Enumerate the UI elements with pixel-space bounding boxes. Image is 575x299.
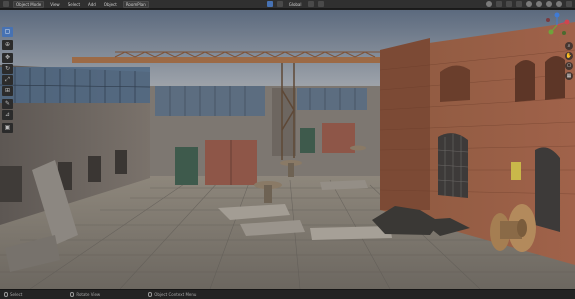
header-center-group: Global [264,0,327,9]
shading-material-icon[interactable] [546,1,552,7]
gizmo-y-icon[interactable] [548,29,554,35]
gizmo-z-icon[interactable] [554,12,560,18]
scale-icon[interactable]: ⤢ [2,75,13,85]
status-middle-label: Rotate View [76,292,101,297]
shading-options-icon[interactable] [566,1,572,7]
status-right-label: Object Context Menu [154,292,197,297]
shading-solid-icon[interactable] [536,1,542,7]
spool-table-3 [350,145,366,151]
mouse-right-icon [148,292,153,297]
menu-view[interactable]: View [48,1,62,8]
left-window-4 [115,150,127,174]
status-left: Select [4,292,22,297]
navigation-gizmo[interactable] [543,12,571,38]
status-left-label: Select [10,292,23,297]
status-middle: Rotate View [70,292,100,297]
3d-viewport[interactable]: ▢ ⊕ ✥ ↻ ⤢ ⊞ ✎ ⊿ ▣ ⌕ ✋ ⎔ ▦ [0,10,575,289]
visibility-icon[interactable] [486,1,492,7]
upper-window-2 [515,59,535,102]
mode-dropdown[interactable]: Object Mode [13,0,45,8]
cursor-icon[interactable]: ⊕ [2,40,13,50]
select-box-icon[interactable]: ▢ [2,27,13,37]
green-door [175,147,198,185]
measure-icon[interactable]: ⊿ [2,110,13,120]
left-window-1 [0,166,22,202]
back-glazing-2 [297,88,367,110]
far-red-door [322,123,355,153]
annotate-icon[interactable]: ✎ [2,99,13,109]
snap-icon[interactable] [307,1,314,7]
shading-dropdown[interactable]: RoomPlan [122,0,149,8]
upper-window-1 [440,65,470,102]
back-glazing-1 [155,86,265,116]
header-left-group: Object Mode View Select Add Object RoomP… [0,0,152,9]
gizmo-icon[interactable] [496,1,502,7]
move-icon[interactable]: ✥ [2,53,13,63]
menu-add[interactable]: Add [86,1,98,8]
xray-icon[interactable] [516,1,522,7]
add-cube-icon[interactable]: ▣ [2,123,13,133]
scene-render [0,10,575,289]
left-window-3 [88,156,101,182]
menu-object[interactable]: Object [102,1,119,8]
upper-window-3 [545,55,565,100]
tool-shelf: ▢ ⊕ ✥ ↻ ⤢ ⊞ ✎ ⊿ ▣ [2,27,13,133]
orientation-dropdown[interactable]: Global [287,1,304,8]
mouse-left-icon [4,292,8,297]
pan-icon[interactable]: ✋ [565,52,573,60]
shading-rendered-icon[interactable] [556,1,562,7]
brick-tower [380,38,430,210]
status-right: Object Context Menu [148,292,196,297]
transform-pivot-icon[interactable] [266,1,273,7]
gizmo-x-icon[interactable] [564,19,570,25]
yellow-sign [511,162,521,180]
navigation-buttons: ⌕ ✋ ⎔ ▦ [565,42,573,80]
gizmo-neg-x-icon[interactable] [546,18,550,22]
mouse-middle-icon [70,292,75,297]
menu-select[interactable]: Select [66,1,82,8]
overlay-icon[interactable] [506,1,512,7]
proportional-edit-icon[interactable] [317,1,324,7]
crane-beam [72,57,382,63]
arched-window-2 [535,147,560,232]
orientation-icon[interactable] [276,1,283,7]
rotate-icon[interactable]: ↻ [2,64,13,74]
status-bar: Select Rotate View Object Context Menu [0,289,575,299]
transform-icon[interactable]: ⊞ [2,86,13,96]
shading-wire-icon[interactable] [526,1,532,7]
camera-icon[interactable]: ⎔ [565,62,573,70]
shed-column [272,88,296,156]
far-green-door [300,128,315,153]
gizmo-neg-y-icon[interactable] [562,31,566,35]
header-right-group [483,0,575,9]
viewport-header: Object Mode View Select Add Object RoomP… [0,0,575,9]
perspective-icon[interactable]: ▦ [565,72,573,80]
zoom-icon[interactable]: ⌕ [565,42,573,50]
3d-viewport-icon[interactable] [3,1,9,7]
